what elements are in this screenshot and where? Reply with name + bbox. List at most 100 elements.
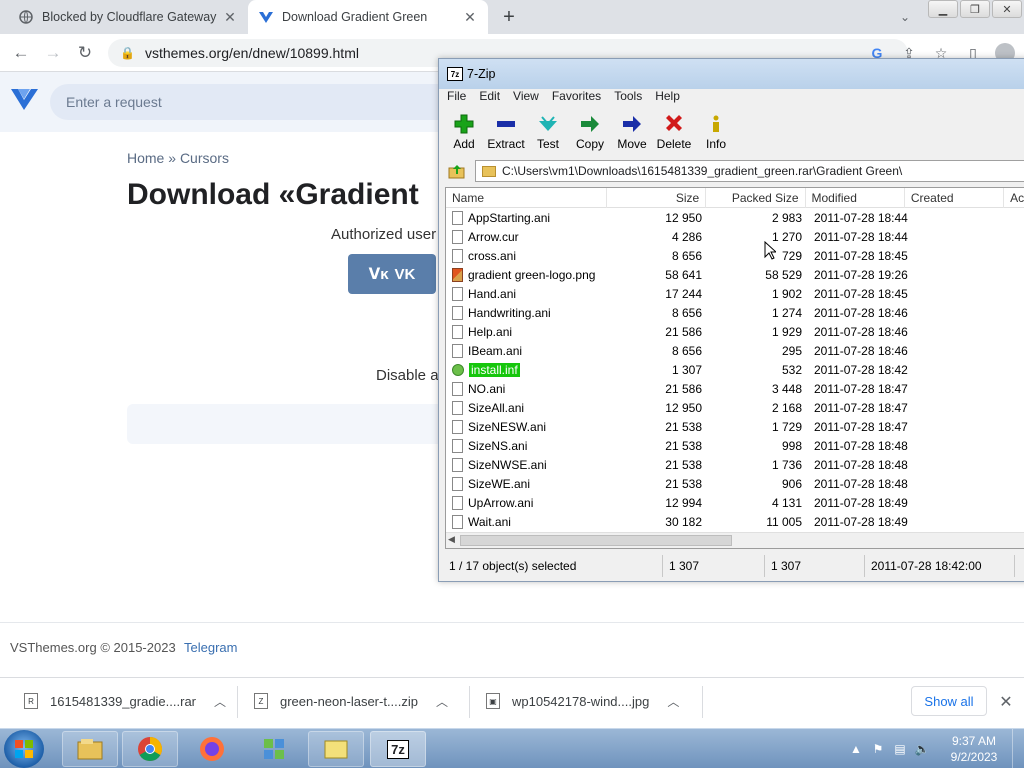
breadcrumb-home-link[interactable]: Home bbox=[127, 150, 164, 166]
vk-login-button[interactable]: ᐯĸ VK bbox=[348, 254, 436, 294]
file-row[interactable]: SizeNS.ani 21 538 998 2011-07-28 18:48 bbox=[446, 436, 1024, 455]
file-row[interactable]: Arrow.cur 4 286 1 270 2011-07-28 18:44 bbox=[446, 227, 1024, 246]
file-size: 12 994 bbox=[665, 495, 702, 510]
horizontal-scrollbar[interactable]: ◀ bbox=[446, 532, 1024, 548]
delete-button[interactable]: Delete bbox=[653, 109, 695, 155]
menu-file[interactable]: File bbox=[447, 89, 466, 107]
column-accessed[interactable]: Ac bbox=[1004, 188, 1024, 208]
test-button[interactable]: Test bbox=[527, 109, 569, 155]
7zip-title-bar[interactable]: 7z 7-Zip bbox=[439, 59, 1024, 89]
file-size: 58 641 bbox=[665, 267, 702, 282]
taskbar-explorer[interactable] bbox=[62, 731, 118, 767]
column-name[interactable]: Name bbox=[446, 188, 607, 208]
taskbar-app[interactable] bbox=[246, 731, 302, 767]
close-tab-icon[interactable]: ✕ bbox=[462, 9, 478, 25]
tab-blocked[interactable]: Blocked by Cloudflare Gateway ✕ bbox=[8, 0, 248, 34]
chrome-icon bbox=[138, 737, 163, 762]
file-packed-size: 3 448 bbox=[771, 381, 802, 396]
copy-label: Copy bbox=[575, 137, 604, 151]
column-size[interactable]: Size bbox=[607, 188, 707, 208]
site-search-input[interactable]: Enter a request bbox=[50, 84, 470, 120]
taskbar-7zip[interactable]: 7z bbox=[370, 731, 426, 767]
back-button[interactable]: ← bbox=[10, 42, 32, 64]
taskbar-firefox[interactable] bbox=[184, 731, 240, 767]
info-button[interactable]: Info bbox=[695, 109, 737, 155]
volume-icon[interactable]: 🔈 bbox=[914, 741, 930, 757]
file-icon bbox=[452, 305, 463, 320]
close-shelf-button[interactable]: ✕ bbox=[996, 692, 1016, 712]
file-row[interactable]: Help.ani 21 586 1 929 2011-07-28 18:46 bbox=[446, 322, 1024, 341]
taskbar-folder[interactable] bbox=[308, 731, 364, 767]
close-tab-icon[interactable]: ✕ bbox=[222, 9, 238, 25]
clock[interactable]: 9:37 AM 9/2/2023 bbox=[936, 733, 1012, 765]
file-modified: 2011-07-28 18:47 bbox=[814, 400, 908, 415]
file-packed-size: 906 bbox=[781, 476, 802, 491]
vsthemes-logo[interactable] bbox=[10, 86, 40, 116]
menu-help[interactable]: Help bbox=[655, 89, 680, 107]
7zip-path-field[interactable]: C:\Users\vm1\Downloads\1615481339_gradie… bbox=[475, 160, 1024, 182]
chevron-down-icon[interactable]: ⌄ bbox=[896, 8, 914, 26]
copy-button[interactable]: Copy bbox=[569, 109, 611, 155]
download-item-zip[interactable]: Z green-neon-laser-t....zip ︿ bbox=[254, 678, 448, 724]
file-row[interactable]: SizeWE.ani 21 538 906 2011-07-28 18:48 bbox=[446, 474, 1024, 493]
file-packed-size: 295 bbox=[781, 343, 802, 358]
file-row[interactable]: AppStarting.ani 12 950 2 983 2011-07-28 18:… bbox=[446, 208, 1024, 227]
extract-button[interactable]: Extract bbox=[485, 109, 527, 155]
network-icon[interactable]: ▤ bbox=[892, 741, 908, 757]
move-button[interactable]: Move bbox=[611, 109, 653, 155]
minimize-button[interactable]: ▁ bbox=[928, 0, 958, 18]
menu-favorites[interactable]: Favorites bbox=[552, 89, 601, 107]
file-row[interactable]: Handwriting.ani 8 656 1 274 2011-07-28 18:4… bbox=[446, 303, 1024, 322]
file-row[interactable]: Wait.ani 30 182 11 005 2011-07-28 18:49 bbox=[446, 512, 1024, 531]
breadcrumb-cursors-link[interactable]: Cursors bbox=[180, 150, 229, 166]
forward-button[interactable]: → bbox=[42, 42, 64, 64]
file-name: Arrow.cur bbox=[468, 229, 519, 244]
start-button[interactable] bbox=[4, 730, 44, 768]
move-icon bbox=[623, 116, 641, 132]
add-button[interactable]: Add bbox=[443, 109, 485, 155]
image-file-icon: ▣ bbox=[486, 693, 500, 709]
file-row[interactable]: UpArrow.ani 12 994 4 131 2011-07-28 18:49 bbox=[446, 493, 1024, 512]
chevron-up-icon[interactable]: ︿ bbox=[667, 693, 679, 710]
file-row[interactable]: IBeam.ani 8 656 295 2011-07-28 18:46 bbox=[446, 341, 1024, 360]
file-row[interactable]: cross.ani 8 656 729 2011-07-28 18:45 bbox=[446, 246, 1024, 265]
download-item-rar[interactable]: R 1615481339_gradie....rar ︿ bbox=[24, 678, 226, 724]
file-row[interactable]: install.inf 1 307 532 2011-07-28 18:42 bbox=[446, 360, 1024, 379]
file-row[interactable]: SizeNESW.ani 21 538 1 729 2011-07-28 18:47 bbox=[446, 417, 1024, 436]
column-modified[interactable]: Modified bbox=[806, 188, 905, 208]
info-label: Info bbox=[705, 137, 726, 151]
scrollbar-thumb[interactable] bbox=[460, 535, 732, 546]
telegram-link[interactable]: Telegram bbox=[184, 640, 237, 655]
page-title: Download «Gradient bbox=[127, 178, 419, 211]
column-created[interactable]: Created bbox=[905, 188, 1005, 208]
menu-edit[interactable]: Edit bbox=[479, 89, 500, 107]
action-center-icon[interactable]: ⚑ bbox=[870, 741, 886, 757]
file-size: 8 656 bbox=[671, 248, 702, 263]
file-row[interactable]: SizeNWSE.ani 21 538 1 736 2011-07-28 18:48 bbox=[446, 455, 1024, 474]
file-size: 4 286 bbox=[671, 229, 702, 244]
show-all-button[interactable]: Show all bbox=[911, 686, 987, 716]
file-row[interactable]: SizeAll.ani 12 950 2 168 2011-07-28 18:47 bbox=[446, 398, 1024, 417]
file-row[interactable]: Hand.ani 17 244 1 902 2011-07-28 18:45 bbox=[446, 284, 1024, 303]
new-tab-button[interactable]: + bbox=[498, 6, 520, 28]
menu-tools[interactable]: Tools bbox=[614, 89, 642, 107]
file-name-cell: cross.ani bbox=[446, 248, 608, 263]
download-item-jpg[interactable]: ▣ wp10542178-wind....jpg ︿ bbox=[486, 678, 679, 724]
column-packed-size[interactable]: Packed Size bbox=[706, 188, 806, 208]
show-desktop-button[interactable] bbox=[1012, 729, 1024, 768]
maximize-button[interactable]: ❐ bbox=[960, 0, 990, 18]
up-folder-button[interactable] bbox=[443, 160, 471, 182]
file-row[interactable]: gradient green-logo.png 58 641 58 529 2011-… bbox=[446, 265, 1024, 284]
chevron-up-icon[interactable]: ︿ bbox=[214, 693, 226, 710]
close-window-button[interactable]: ✕ bbox=[992, 0, 1022, 18]
tab-download-gradient-green[interactable]: Download Gradient Green ✕ bbox=[248, 0, 488, 34]
file-modified: 2011-07-28 19:26 bbox=[814, 267, 908, 282]
file-row[interactable]: NO.ani 21 586 3 448 2011-07-28 18:47 bbox=[446, 379, 1024, 398]
menu-view[interactable]: View bbox=[513, 89, 539, 107]
scroll-left-icon[interactable]: ◀ bbox=[448, 534, 455, 545]
show-hidden-icons-icon[interactable]: ▲ bbox=[848, 741, 864, 757]
reload-button[interactable]: ↻ bbox=[74, 42, 96, 64]
chevron-up-icon[interactable]: ︿ bbox=[436, 693, 448, 710]
file-size: 21 538 bbox=[665, 457, 702, 472]
taskbar-chrome[interactable] bbox=[122, 731, 178, 767]
